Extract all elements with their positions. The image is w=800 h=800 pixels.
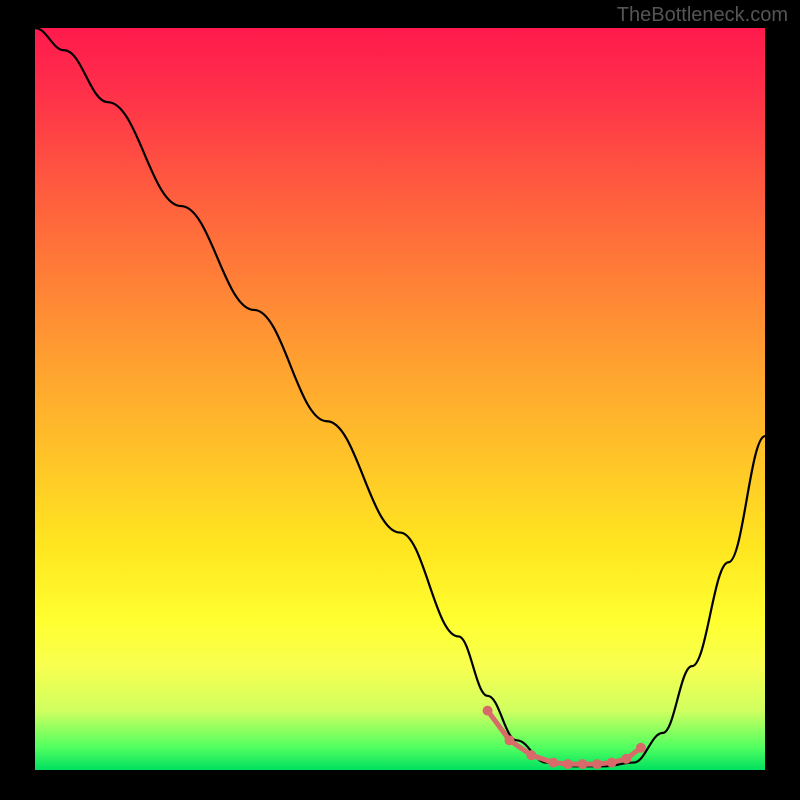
- optimal-range-dots: [35, 28, 765, 770]
- watermark-text: TheBottleneck.com: [617, 4, 788, 27]
- chart-gradient-background: [35, 28, 765, 770]
